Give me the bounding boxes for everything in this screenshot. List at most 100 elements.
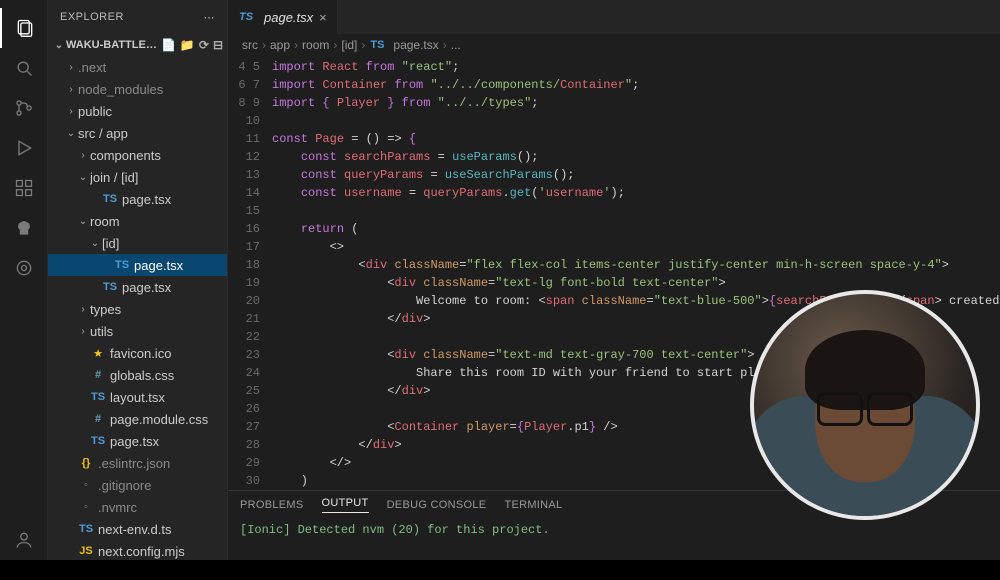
tree-item-label: next-env.d.ts [98, 522, 171, 537]
run-debug-icon[interactable] [0, 128, 48, 168]
file-row[interactable]: TS page.tsx [48, 254, 227, 276]
chevron-icon[interactable]: ⌄ [76, 172, 90, 183]
panel-tab-debug-console[interactable]: DEBUG CONSOLE [387, 499, 487, 511]
folder-row[interactable]: ›public [48, 100, 227, 122]
tree-item-label: types [90, 302, 121, 317]
folder-row[interactable]: ⌄room [48, 210, 227, 232]
breadcrumb-segment[interactable]: app [270, 38, 290, 52]
file-row[interactable]: ◦ .gitignore [48, 474, 227, 496]
tree-item-label: .nvmrc [98, 500, 137, 515]
folder-row[interactable]: ›types [48, 298, 227, 320]
activity-bar [0, 0, 48, 560]
account-icon[interactable] [0, 520, 48, 560]
file-tree[interactable]: ›.next›node_modules›public⌄src / app›com… [48, 56, 227, 560]
ts-file-icon: TS [369, 37, 385, 53]
explorer-icon[interactable] [0, 8, 48, 48]
target-icon[interactable] [0, 248, 48, 288]
ts-file-icon: TS [102, 191, 118, 207]
folder-row[interactable]: ›.next [48, 56, 227, 78]
breadcrumb-separator: › [361, 38, 365, 52]
ts-file-icon: TS [238, 9, 254, 25]
file-row[interactable]: TS page.tsx [48, 188, 227, 210]
file-row[interactable]: TSlayout.tsx [48, 386, 227, 408]
breadcrumb-segment[interactable]: [id] [341, 38, 357, 52]
collapse-all-icon[interactable]: ⊟ [213, 38, 223, 52]
breadcrumb-segment[interactable]: ... [451, 38, 461, 52]
panel-tab-problems[interactable]: PROBLEMS [240, 499, 304, 511]
file-row[interactable]: ★favicon.ico [48, 342, 227, 364]
new-file-icon[interactable]: 📄 [161, 38, 176, 52]
tree-item-label: .next [78, 60, 106, 75]
chevron-icon[interactable]: › [76, 304, 90, 315]
ts-file-icon: TS [78, 521, 94, 537]
file-row[interactable]: #globals.css [48, 364, 227, 386]
new-folder-icon[interactable]: 📁 [180, 38, 195, 52]
tree-item-label: utils [90, 324, 113, 339]
folder-row[interactable]: ›components [48, 144, 227, 166]
tab-label: page.tsx [264, 10, 313, 25]
panel-tab-output[interactable]: OUTPUT [322, 497, 369, 513]
breadcrumb-segment[interactable]: room [302, 38, 329, 52]
tree-item-label: page.tsx [134, 258, 183, 273]
folder-row[interactable]: ⌄src / app [48, 122, 227, 144]
breadcrumb-separator: › [443, 38, 447, 52]
chevron-icon[interactable]: › [64, 106, 78, 117]
tree-item-label: page.tsx [110, 434, 159, 449]
tree-item-label: public [78, 104, 112, 119]
tree-item-label: layout.tsx [110, 390, 165, 405]
js-file-icon: JS [78, 543, 94, 559]
panel-tab-terminal[interactable]: TERMINAL [504, 499, 562, 511]
file-row[interactable]: TS page.tsx [48, 276, 227, 298]
tree-item-label: [id] [102, 236, 119, 251]
chevron-icon[interactable]: › [76, 150, 90, 161]
file-row[interactable]: #page.module.css [48, 408, 227, 430]
ts-file-icon: TS [102, 279, 118, 295]
search-icon[interactable] [0, 48, 48, 88]
tree-item-label: page.tsx [122, 192, 171, 207]
chevron-icon[interactable]: › [76, 326, 90, 337]
breadcrumb-segment[interactable]: src [242, 38, 258, 52]
chevron-icon[interactable]: › [64, 62, 78, 73]
explorer-title: EXPLORER [60, 11, 124, 23]
folder-row[interactable]: ›node_modules [48, 78, 227, 100]
chevron-icon[interactable]: ⌄ [64, 128, 78, 139]
breadcrumb[interactable]: src›app›room›[id]›TSpage.tsx›... [228, 34, 1000, 56]
output-body[interactable]: [Ionic] Detected nvm (20) for this proje… [228, 519, 1000, 560]
chevron-icon[interactable]: › [64, 84, 78, 95]
file-row[interactable]: ◦.nvmrc [48, 496, 227, 518]
extensions-icon[interactable] [0, 168, 48, 208]
project-header[interactable]: ⌄ WAKU-BATTLES... 📄 📁 ⟳ ⊟ [48, 34, 227, 56]
tree-item-label: page.module.css [110, 412, 208, 427]
chevron-icon[interactable]: ⌄ [88, 238, 102, 249]
breadcrumb-segment[interactable]: page.tsx [393, 38, 438, 52]
tree-item-label: .eslintrc.json [98, 456, 170, 471]
ts-file-icon: TS [114, 257, 130, 273]
tree-item-label: page.tsx [122, 280, 171, 295]
close-icon[interactable]: × [319, 10, 327, 25]
tree-item-label: room [90, 214, 120, 229]
folder-row[interactable]: ⌄[id] [48, 232, 227, 254]
fav-file-icon: ★ [90, 345, 106, 361]
breadcrumb-separator: › [333, 38, 337, 52]
folder-row[interactable]: ›utils [48, 320, 227, 342]
chef-hat-icon[interactable] [0, 208, 48, 248]
tree-item-label: .gitignore [98, 478, 151, 493]
tree-item-label: next.config.mjs [98, 544, 185, 559]
json-file-icon: {} [78, 455, 94, 471]
chevron-icon[interactable]: ⌄ [76, 216, 90, 227]
gray-file-icon: ◦ [78, 477, 94, 493]
webcam-overlay [750, 290, 980, 520]
css-file-icon: # [90, 367, 106, 383]
file-row[interactable]: TS page.tsx [48, 430, 227, 452]
breadcrumb-separator: › [262, 38, 266, 52]
more-icon[interactable]: ⋯ [204, 11, 216, 24]
folder-row[interactable]: ⌄join / [id] [48, 166, 227, 188]
tree-item-label: node_modules [78, 82, 163, 97]
source-control-icon[interactable] [0, 88, 48, 128]
refresh-icon[interactable]: ⟳ [199, 38, 209, 52]
ts-file-icon: TS [90, 433, 106, 449]
file-row[interactable]: {} .eslintrc.json [48, 452, 227, 474]
file-row[interactable]: JS next.config.mjs [48, 540, 227, 560]
file-row[interactable]: TS next-env.d.ts [48, 518, 227, 540]
tab-page-tsx[interactable]: TS page.tsx × [228, 0, 338, 34]
